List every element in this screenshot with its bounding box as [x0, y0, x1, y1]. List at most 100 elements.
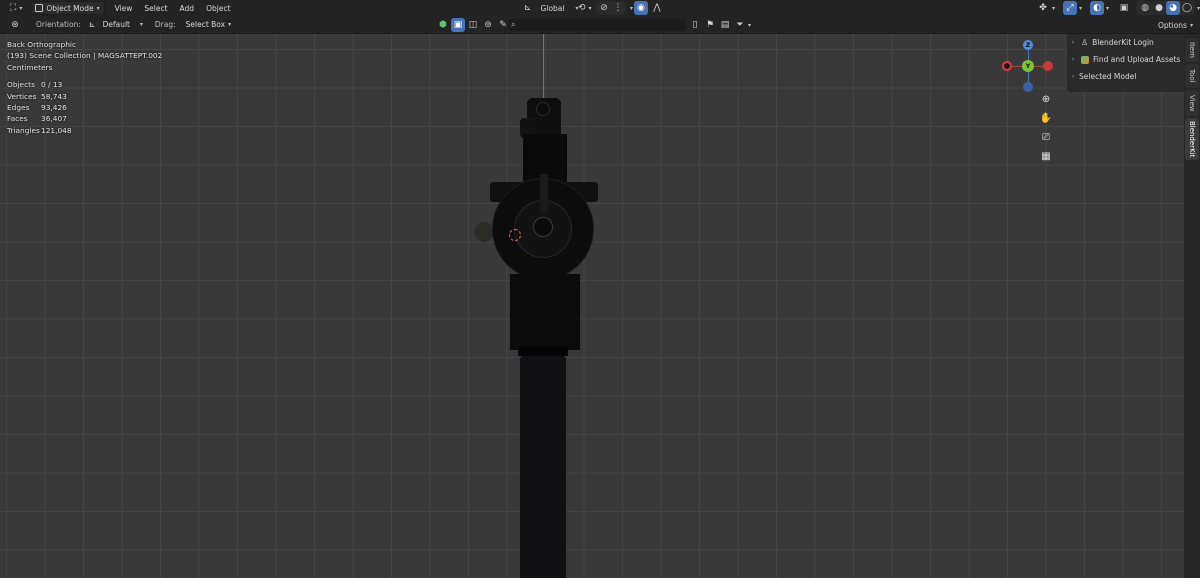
options-dropdown[interactable]: Options ▾ — [1154, 18, 1197, 32]
gizmo-neg-z-axis[interactable] — [1023, 82, 1033, 92]
tool-settings-bar: ⊛ Orientation: ⊾ Default ▾ Drag: Select … — [0, 16, 1200, 34]
chevron-right-icon: › — [1071, 39, 1075, 46]
3d-viewport[interactable]: Back Orthographic (193) Scene Collection… — [0, 34, 1200, 578]
menu-view[interactable]: View — [109, 1, 139, 15]
stat-label: Faces — [7, 114, 28, 124]
mode-dropdown[interactable]: Object Mode ▾ — [30, 1, 105, 15]
sidebar-item-blenderkit-login[interactable]: › ♙ BlenderKit Login — [1067, 34, 1184, 51]
tab-view[interactable]: View — [1185, 90, 1199, 116]
snap-toggle-icon[interactable]: ⊘ — [597, 1, 611, 15]
model-front-post — [540, 174, 548, 212]
orientation-axes-icon: ⊾ — [88, 20, 96, 29]
chevron-down-icon[interactable]: ▾ — [748, 22, 751, 29]
asset-type-model-icon[interactable]: ⬢ — [436, 18, 450, 32]
stat-label: Vertices — [7, 91, 37, 101]
chevron-right-icon: › — [1071, 73, 1075, 80]
pivot-point-dropdown[interactable]: ⟲ ▾ — [574, 1, 596, 15]
chevron-down-icon: ▾ — [1189, 21, 1193, 29]
user-icon: ♙ — [1081, 38, 1089, 47]
orientation-dropdown[interactable]: ⊾ Default ▾ — [85, 18, 147, 32]
orientation-value: Default — [102, 20, 130, 29]
stat-faces: Faces 36,407 — [7, 113, 162, 124]
units-label: Centimeters — [7, 62, 53, 72]
proportional-editing-icon[interactable]: ◉ — [634, 1, 648, 15]
chevron-down-icon: ▾ — [19, 4, 23, 12]
info-icon[interactable]: ▯ — [688, 18, 702, 32]
sidebar-tabs: Item Tool View BlenderKit — [1184, 34, 1200, 578]
model-mag-plate — [518, 346, 568, 356]
stat-value: 93,426 — [41, 103, 67, 113]
resolution-icon[interactable]: ▤ — [718, 18, 732, 32]
gizmo-z-axis[interactable]: Z — [1023, 40, 1033, 50]
bookmark-icon[interactable]: ⚑ — [703, 18, 717, 32]
navigation-gizmo[interactable]: Z Y — [1000, 40, 1056, 96]
search-icon: ⌕ — [511, 20, 516, 29]
menu-add[interactable]: Add — [174, 1, 201, 15]
xray-toggle-icon[interactable]: ▣ — [1117, 1, 1131, 15]
perspective-grid-icon[interactable]: ▦ — [1037, 147, 1055, 165]
asset-type-material-icon[interactable]: ▣ — [451, 18, 465, 32]
material-shading-icon[interactable]: ◕ — [1166, 1, 1181, 15]
sidebar-item-label: Selected Model — [1079, 72, 1137, 81]
falloff-curve-icon[interactable]: ⋀ — [650, 1, 664, 15]
viewport-header: ⛶ ▾ Object Mode ▾ View Select Add Object … — [0, 0, 1200, 16]
stat-value: 121,048 — [41, 125, 72, 135]
filter-icon[interactable]: ⏷ — [733, 18, 747, 32]
chevron-down-icon: ▾ — [1052, 4, 1056, 12]
chevron-down-icon: ▾ — [228, 21, 232, 28]
asset-type-scene-icon[interactable]: ◫ — [466, 18, 480, 32]
visibility-icon[interactable]: ✤ — [1036, 1, 1050, 15]
model-bore — [533, 217, 553, 237]
model-magazine — [520, 356, 566, 578]
stat-objects: Objects 0 / 13 — [7, 79, 162, 90]
asset-type-hdr-icon[interactable]: ⊜ — [481, 18, 495, 32]
menu-add-label: Add — [179, 3, 195, 13]
snap-target-icon[interactable]: ⋮ — [611, 1, 625, 15]
tab-blenderkit[interactable]: BlenderKit — [1185, 118, 1199, 160]
sidebar-panel: › ♙ BlenderKit Login › Find and Upload A… — [1067, 34, 1184, 92]
overlays-toggle-icon[interactable]: ◐ — [1090, 1, 1105, 15]
zoom-icon[interactable]: ⊕ — [1037, 90, 1055, 108]
pan-hand-icon[interactable]: ✋ — [1037, 109, 1055, 127]
tab-label: BlenderKit — [1188, 120, 1196, 158]
camera-view-icon[interactable]: ⎚ — [1037, 128, 1055, 146]
model-mag-well — [510, 274, 580, 350]
menu-select[interactable]: Select — [138, 1, 173, 15]
view-name: Back Orthographic — [7, 40, 77, 49]
tab-tool[interactable]: Tool — [1185, 64, 1199, 88]
solid-shading-icon[interactable]: ● — [1152, 1, 1166, 15]
gizmo-x-axis[interactable] — [1002, 61, 1012, 71]
stat-edges: Edges 93,426 — [7, 102, 162, 113]
3d-cursor[interactable] — [509, 229, 521, 241]
model-knob — [474, 222, 494, 242]
gizmo-toggle-icon[interactable]: ⤢ — [1063, 1, 1078, 15]
transform-pivot-icon[interactable]: ⊛ — [8, 18, 22, 32]
sidebar-item-label: Find and Upload Assets — [1093, 55, 1181, 64]
sidebar-item-find-upload[interactable]: › Find and Upload Assets — [1067, 51, 1184, 68]
rendered-shading-icon[interactable]: ◯ — [1180, 1, 1194, 15]
gizmo-neg-x-axis[interactable] — [1043, 61, 1053, 71]
wireframe-shading-icon[interactable]: ◍ — [1138, 1, 1152, 15]
asset-search-input[interactable]: ⌕ — [508, 19, 686, 31]
gizmo-y-label: Y — [1025, 62, 1031, 70]
chevron-down-icon: ▾ — [96, 4, 100, 12]
menu-object-label: Object — [206, 3, 231, 13]
viewport-text-info: Back Orthographic (193) Scene Collection… — [7, 39, 162, 136]
menu-view-label: View — [114, 3, 133, 13]
gizmo-z-label: Z — [1025, 41, 1031, 49]
collection-info: (193) Scene Collection | MAGSATTEPT.002 — [7, 51, 163, 61]
chevron-down-icon: ▾ — [139, 21, 143, 28]
object-mode-icon — [35, 4, 44, 12]
blenderkit-logo-icon — [1081, 55, 1089, 64]
tab-item[interactable]: Item — [1185, 38, 1199, 62]
pivot-icon: ⟲ — [578, 3, 586, 13]
gizmo-y-axis[interactable]: Y — [1022, 60, 1034, 72]
sidebar-item-selected-model[interactable]: › Selected Model — [1067, 68, 1184, 85]
menu-object[interactable]: Object — [200, 1, 236, 15]
drag-label: Drag: — [154, 20, 176, 29]
chevron-down-icon: ▾ — [1106, 4, 1110, 12]
drag-dropdown[interactable]: Select Box ▾ — [182, 18, 232, 32]
mode-label: Object Mode — [46, 3, 94, 13]
stat-label: Objects — [7, 80, 35, 90]
editor-type-button[interactable]: ⛶ ▾ — [6, 1, 26, 15]
